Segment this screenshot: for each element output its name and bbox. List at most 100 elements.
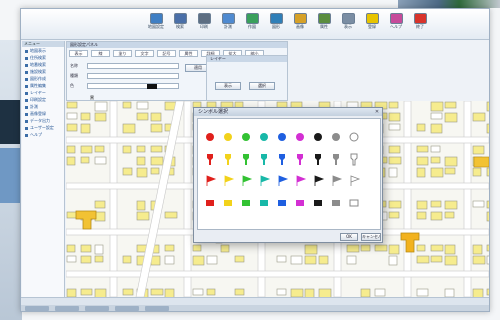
circle-symbol-icon[interactable] — [278, 133, 286, 141]
pin-symbol-icon[interactable] — [225, 154, 231, 165]
taskbar-item[interactable] — [115, 306, 139, 311]
flag-symbol-icon[interactable] — [350, 175, 361, 186]
building — [318, 288, 332, 297]
square-symbol-icon[interactable] — [349, 199, 359, 207]
panel-tab[interactable]: 表示 — [69, 50, 88, 57]
toolbar-button-11[interactable]: 終了 — [409, 12, 431, 37]
circle-symbol-icon[interactable] — [242, 133, 250, 141]
toolbar-button-5[interactable]: 図形 — [265, 12, 287, 37]
layer-panel-button[interactable]: 表示 — [215, 82, 241, 90]
taskbar-item[interactable] — [85, 306, 109, 311]
pin-symbol-icon[interactable] — [261, 154, 267, 165]
toolbar-button-10[interactable]: ヘルプ — [385, 12, 407, 37]
sidebar-item[interactable]: 施設検索 — [22, 68, 64, 75]
flag-symbol-icon[interactable] — [314, 175, 325, 186]
circle-symbol-icon[interactable] — [332, 133, 340, 141]
panel-field-input[interactable] — [87, 63, 179, 69]
square-symbol-icon[interactable] — [224, 200, 232, 206]
dialog-title: シンボル選択 — [194, 108, 382, 116]
building — [122, 167, 133, 176]
color-swatch[interactable] — [147, 84, 157, 89]
pin-symbol-icon[interactable] — [297, 154, 303, 165]
bullet-icon — [25, 126, 28, 130]
circle-symbol-icon[interactable] — [224, 133, 232, 141]
dialog-ok-button[interactable]: OK — [340, 233, 358, 241]
sidebar-item[interactable]: レイヤー — [22, 89, 64, 96]
building — [150, 112, 162, 122]
sidebar-item[interactable]: 図形作成 — [22, 75, 64, 82]
toolbar-button-7[interactable]: 属性 — [313, 12, 335, 37]
flag-symbol-icon[interactable] — [224, 175, 235, 186]
sidebar-item-label: 画像登録 — [30, 111, 46, 116]
toolbar-button-0[interactable]: 地図設定 — [145, 12, 167, 37]
print-icon — [197, 13, 211, 24]
pin-symbol-icon[interactable] — [350, 153, 358, 166]
building — [416, 200, 428, 210]
taskbar-item[interactable] — [145, 306, 169, 311]
sidebar-item[interactable]: 画像登録 — [22, 110, 64, 117]
dialog-close-icon[interactable]: ✕ — [374, 109, 380, 115]
panel-field-input[interactable] — [87, 73, 179, 79]
panel-tab[interactable]: 属性 — [179, 50, 198, 57]
circle-symbol-icon[interactable] — [206, 133, 214, 141]
circle-symbol-icon[interactable] — [296, 133, 304, 141]
sidebar-item[interactable]: 印刷設定 — [22, 96, 64, 103]
sidebar-item-label: 計測 — [30, 104, 38, 109]
panel-tab[interactable]: 線 — [91, 50, 110, 57]
sidebar-item[interactable]: ヘルプ — [22, 131, 64, 138]
toolbar-button-8[interactable]: 表示 — [337, 12, 359, 37]
toolbar-button-6[interactable]: 画像 — [289, 12, 311, 37]
building — [122, 123, 136, 134]
flag-symbol-icon[interactable] — [332, 175, 343, 186]
square-symbol-icon[interactable] — [260, 200, 268, 206]
building — [472, 167, 482, 177]
sidebar-item[interactable]: データ出力 — [22, 117, 64, 124]
sidebar-item[interactable]: 住所検索 — [22, 54, 64, 61]
pin-symbol-icon[interactable] — [333, 154, 339, 165]
pin-symbol-icon[interactable] — [279, 154, 285, 165]
flag-symbol-icon[interactable] — [296, 175, 307, 186]
square-symbol-icon[interactable] — [278, 200, 286, 206]
square-symbol-icon[interactable] — [206, 200, 214, 206]
toolbar-button-3[interactable]: 計測 — [217, 12, 239, 37]
layer-panel-button[interactable]: 選択 — [249, 82, 275, 90]
flag-symbol-icon[interactable] — [242, 175, 253, 186]
toolbar-button-9[interactable]: 登録 — [361, 12, 383, 37]
toolbar-button-1[interactable]: 検索 — [169, 12, 191, 37]
building — [486, 255, 489, 265]
building — [430, 244, 444, 252]
square-symbol-icon[interactable] — [296, 200, 304, 206]
panel-tab[interactable]: 記号 — [157, 50, 176, 57]
taskbar-item[interactable] — [25, 306, 49, 311]
square-symbol-icon[interactable] — [314, 200, 322, 206]
panel-field-input[interactable]: 黒 — [87, 83, 179, 100]
circle-symbol-icon[interactable] — [314, 133, 322, 141]
circle-symbol-icon[interactable] — [260, 133, 268, 141]
square-symbol-icon[interactable] — [332, 200, 340, 206]
toolbar-button-2[interactable]: 印刷 — [193, 12, 215, 37]
pin-symbol-icon[interactable] — [243, 154, 249, 165]
circle-symbol-icon[interactable] — [349, 132, 359, 142]
building — [276, 255, 287, 263]
flag-symbol-icon[interactable] — [206, 175, 217, 186]
panel-tab[interactable]: 塗り — [113, 50, 132, 57]
sidebar-item-label: レイヤー — [30, 90, 46, 95]
building — [122, 101, 132, 109]
pin-symbol-icon[interactable] — [315, 154, 321, 165]
flag-symbol-icon[interactable] — [260, 175, 271, 186]
sidebar-item[interactable]: 地番検索 — [22, 61, 64, 68]
flag-symbol-icon[interactable] — [278, 175, 289, 186]
toolbar-button-label: 印刷 — [200, 24, 208, 29]
dialog-cancel-button[interactable]: キャンセル — [361, 233, 381, 241]
sidebar-item[interactable]: ユーザー設定 — [22, 124, 64, 131]
pin-symbol-icon[interactable] — [207, 154, 213, 165]
sidebar-item[interactable]: 地図表示 — [22, 47, 64, 54]
road — [403, 101, 412, 297]
square-symbol-icon[interactable] — [242, 200, 250, 206]
sidebar-item-label: 印刷設定 — [30, 97, 46, 102]
panel-tab[interactable]: 文字 — [135, 50, 154, 57]
taskbar-item[interactable] — [55, 306, 79, 311]
sidebar-item[interactable]: 属性編集 — [22, 82, 64, 89]
sidebar-item[interactable]: 計測 — [22, 103, 64, 110]
toolbar-button-4[interactable]: 作図 — [241, 12, 263, 37]
